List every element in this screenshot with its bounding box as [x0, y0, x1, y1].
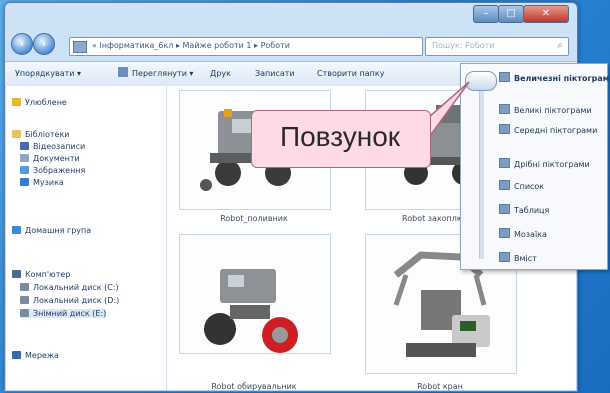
- documents-icon: [20, 154, 29, 162]
- sidebar-item-libraries[interactable]: Бібліотеки: [12, 130, 70, 139]
- breadcrumb[interactable]: « Інформатика_6кл ▸ Майже роботи 1 ▸ Роб…: [92, 41, 290, 50]
- extra-large-icons-icon: [499, 72, 510, 82]
- sidebar-item-computer[interactable]: Комп'ютер: [12, 270, 70, 279]
- details-icon: [499, 204, 510, 214]
- menu-item-extra-large-icons[interactable]: Величезні піктограми: [499, 72, 610, 83]
- file-name[interactable]: Robot кран: [365, 382, 515, 391]
- maximize-button[interactable]: □: [498, 5, 524, 23]
- views-menu: Величезні піктограми Великі піктограми С…: [460, 63, 610, 270]
- sidebar-item-favorites[interactable]: Улюблене: [12, 98, 67, 107]
- sidebar-item-documents[interactable]: Документи: [20, 154, 80, 163]
- view-button[interactable]: Переглянути ▾: [132, 69, 193, 78]
- music-icon: [20, 178, 29, 186]
- sidebar-item-disk-d[interactable]: Локальний диск (D:): [20, 296, 119, 305]
- sidebar-item-disk-c[interactable]: Локальний диск (C:): [20, 283, 119, 292]
- tiles-icon: [499, 228, 510, 238]
- video-icon: [20, 142, 29, 150]
- view-icon: [118, 67, 128, 77]
- close-button[interactable]: ✕: [523, 5, 569, 23]
- burn-button[interactable]: Записати: [255, 69, 295, 78]
- print-button[interactable]: Друк: [210, 69, 231, 78]
- sidebar-item-pictures[interactable]: Зображення: [20, 166, 85, 175]
- sidebar-item-homegroup[interactable]: Домашня група: [12, 226, 91, 235]
- homegroup-icon: [12, 226, 21, 234]
- sidebar-item-network[interactable]: Мережа: [12, 351, 59, 360]
- menu-item-small-icons[interactable]: Дрібні піктограми: [499, 158, 590, 169]
- large-icons-icon: [499, 104, 510, 114]
- slider-callout: Повзунок: [251, 81, 470, 170]
- star-icon: [12, 98, 21, 106]
- navigation-pane: Улюблене Бібліотеки Відеозаписи Документ…: [6, 86, 167, 390]
- menu-item-tiles[interactable]: Мозаїка: [499, 228, 547, 239]
- organize-button[interactable]: Упорядкувати ▾: [15, 69, 81, 78]
- pictures-icon: [20, 166, 29, 174]
- content-icon: [499, 252, 510, 262]
- forward-button[interactable]: ›: [33, 33, 55, 55]
- search-box[interactable]: Пошук: Роботи ⌕: [425, 37, 569, 56]
- title-bar[interactable]: – □ ✕: [5, 3, 577, 35]
- computer-icon: [12, 270, 21, 278]
- file-name[interactable]: Robot обирувальник: [179, 382, 329, 391]
- search-icon[interactable]: ⌕: [557, 40, 563, 51]
- view-slider-thumb[interactable]: [465, 71, 497, 91]
- sidebar-item-music[interactable]: Музика: [20, 178, 64, 187]
- list-icon: [499, 180, 510, 190]
- robot-image: [204, 269, 298, 353]
- usb-icon: [20, 309, 29, 317]
- menu-item-details[interactable]: Таблиця: [499, 204, 549, 215]
- address-bar[interactable]: « Інформатика_6кл ▸ Майже роботи 1 ▸ Роб…: [69, 37, 476, 56]
- menu-item-medium-icons[interactable]: Середні піктограми: [499, 124, 597, 135]
- back-button[interactable]: ‹: [11, 33, 33, 55]
- minimize-button[interactable]: –: [473, 5, 499, 23]
- network-icon: [12, 351, 21, 359]
- sidebar-item-videos[interactable]: Відеозаписи: [20, 142, 85, 151]
- search-input[interactable]: Пошук: Роботи: [432, 41, 494, 50]
- disk-icon: [20, 283, 29, 291]
- menu-item-large-icons[interactable]: Великі піктограми: [499, 104, 592, 115]
- menu-item-content[interactable]: Вміст: [499, 252, 537, 263]
- medium-icons-icon: [499, 124, 510, 134]
- file-name[interactable]: Robot_поливник: [179, 214, 329, 223]
- callout-label: Повзунок: [279, 121, 401, 152]
- computer-icon: [73, 41, 87, 53]
- file-thumbnail[interactable]: [179, 234, 331, 354]
- disk-icon: [20, 296, 29, 304]
- menu-item-list[interactable]: Список: [499, 180, 544, 191]
- sidebar-item-disk-e[interactable]: Знімний диск (E:): [20, 309, 107, 318]
- library-icon: [12, 130, 21, 138]
- small-icons-icon: [499, 158, 510, 168]
- new-folder-button[interactable]: Створити папку: [317, 69, 384, 78]
